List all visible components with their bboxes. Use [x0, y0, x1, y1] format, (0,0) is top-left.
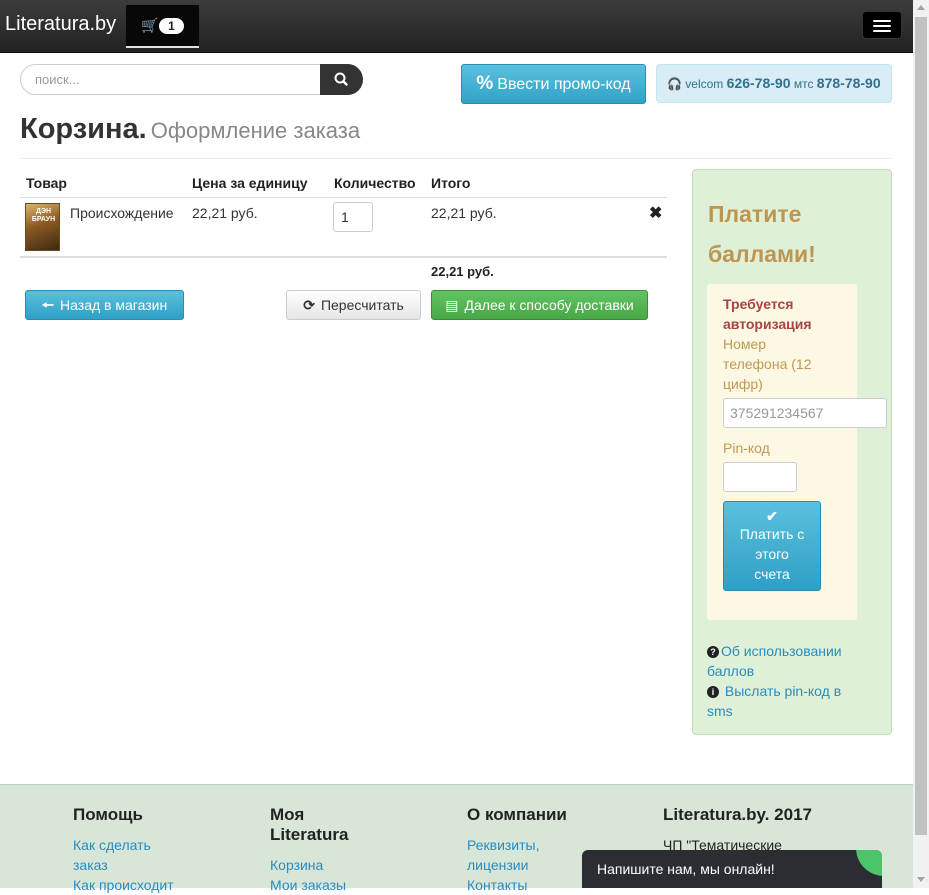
page-title-main: Корзина.	[20, 113, 147, 145]
recalculate-button[interactable]: ⟳ Пересчитать	[286, 290, 421, 320]
search-button[interactable]	[320, 64, 363, 95]
phone-velcom[interactable]: 626-78-90	[727, 75, 791, 91]
quantity-input[interactable]	[333, 202, 373, 232]
online-status-icon	[856, 850, 882, 876]
auth-required-notice: Требуется авторизация	[723, 296, 812, 332]
footer-title: Моя Literatura	[270, 805, 349, 844]
refresh-icon: ⟳	[303, 297, 315, 313]
live-chat-widget[interactable]: Напишите нам, мы онлайн!	[582, 850, 882, 888]
row-total: 22,21 руб.	[431, 205, 497, 221]
cart-nav-tab[interactable]: 🛒 1	[126, 5, 199, 48]
pin-code-input[interactable]	[723, 462, 797, 492]
footer-link[interactable]: Как происходит	[73, 875, 233, 895]
book-cover-image[interactable]: ДЭН БРАУН	[25, 203, 60, 251]
proceed-to-delivery-button[interactable]: ▤ Далее к способу доставки	[431, 290, 648, 320]
grand-total: 22,21 руб.	[431, 264, 494, 279]
cart-count-badge: 1	[159, 18, 184, 34]
footer-link[interactable]: Корзина	[270, 855, 380, 875]
scroll-up-arrow-icon[interactable]	[917, 5, 925, 10]
top-navbar: Literatura.by 🛒 1	[0, 0, 913, 53]
points-payment-panel: Платите баллами! Требуется авторизация Н…	[692, 169, 892, 735]
table-divider	[20, 197, 667, 198]
phone-label: Номер телефона (12 цифр)	[723, 336, 812, 392]
title-divider	[20, 158, 892, 159]
contact-phones: 🎧 velcom 626-78-90 мтс 878-78-90	[656, 64, 892, 103]
info-circle-icon: i	[707, 686, 719, 698]
column-header-unit-price: Цена за единицу	[192, 175, 308, 191]
footer-title: О компании	[467, 805, 567, 824]
scroll-down-arrow-icon[interactable]	[917, 877, 925, 882]
brand-logo[interactable]: Literatura.by	[5, 13, 116, 36]
footer-column-account: Моя Literatura Корзина Мои заказы	[270, 805, 380, 895]
scrollbar-thumb[interactable]	[915, 17, 927, 835]
phone-number-input[interactable]	[723, 398, 887, 428]
unit-price: 22,21 руб.	[192, 205, 258, 221]
column-header-total: Итого	[431, 175, 471, 191]
question-circle-icon: ?	[707, 646, 719, 658]
shopping-cart-icon: 🛒	[141, 17, 159, 33]
pay-with-points-button[interactable]: ✔ Платить с этого счета	[723, 501, 821, 591]
phone-mts[interactable]: 878-78-90	[817, 75, 881, 91]
search-icon	[334, 72, 348, 86]
headphones-icon: 🎧	[667, 77, 682, 91]
auth-box: Требуется авторизация Номер телефона (12…	[707, 284, 887, 620]
product-link[interactable]: Происхождение	[70, 205, 174, 221]
about-points-link[interactable]: ? Об использовании баллов	[707, 641, 857, 681]
footer-link[interactable]: Реквизиты, лицензии	[467, 835, 567, 875]
back-to-shop-button[interactable]: 🠔 Назад в магазин	[25, 290, 184, 320]
send-pin-sms-link[interactable]: i Выслать pin-код в sms	[707, 681, 857, 721]
page-scrollbar[interactable]	[913, 0, 929, 888]
footer-link[interactable]: Как сделать заказ	[73, 835, 183, 875]
arrow-left-icon: 🠔	[41, 297, 55, 313]
promo-code-button[interactable]: % Ввести промо-код	[461, 64, 646, 104]
list-icon: ▤	[445, 297, 459, 313]
footer-link[interactable]: Мои заказы	[270, 875, 380, 895]
page-subtitle: Оформление заказа	[150, 118, 361, 143]
footer-column-about: Literatura.by. 2017 ЧП "Тематические	[663, 805, 863, 855]
footer-column-help: Помощь Как сделать заказ Как происходит	[73, 805, 233, 895]
column-header-quantity: Количество	[334, 175, 416, 191]
table-footer-divider	[20, 256, 667, 258]
column-header-product: Товар	[26, 175, 67, 191]
remove-item-icon[interactable]: ✖	[649, 203, 662, 223]
page-title: Корзина. Оформление заказа	[20, 113, 360, 146]
operator-velcom: velcom	[685, 77, 724, 91]
menu-toggle-button[interactable]	[862, 11, 902, 39]
chat-label: Напишите нам, мы онлайн!	[597, 861, 775, 877]
check-icon: ✔	[766, 508, 778, 524]
points-title: Платите баллами!	[708, 201, 816, 267]
footer-title: Помощь	[73, 805, 143, 824]
pin-label: Pin-код	[723, 440, 770, 456]
promo-code-label: Ввести промо-код	[497, 76, 631, 93]
percent-icon: %	[476, 73, 494, 94]
search-input[interactable]	[20, 64, 322, 95]
footer-title: Literatura.by. 2017	[663, 805, 812, 824]
operator-mts: мтс	[793, 77, 814, 91]
hamburger-icon	[873, 20, 891, 22]
